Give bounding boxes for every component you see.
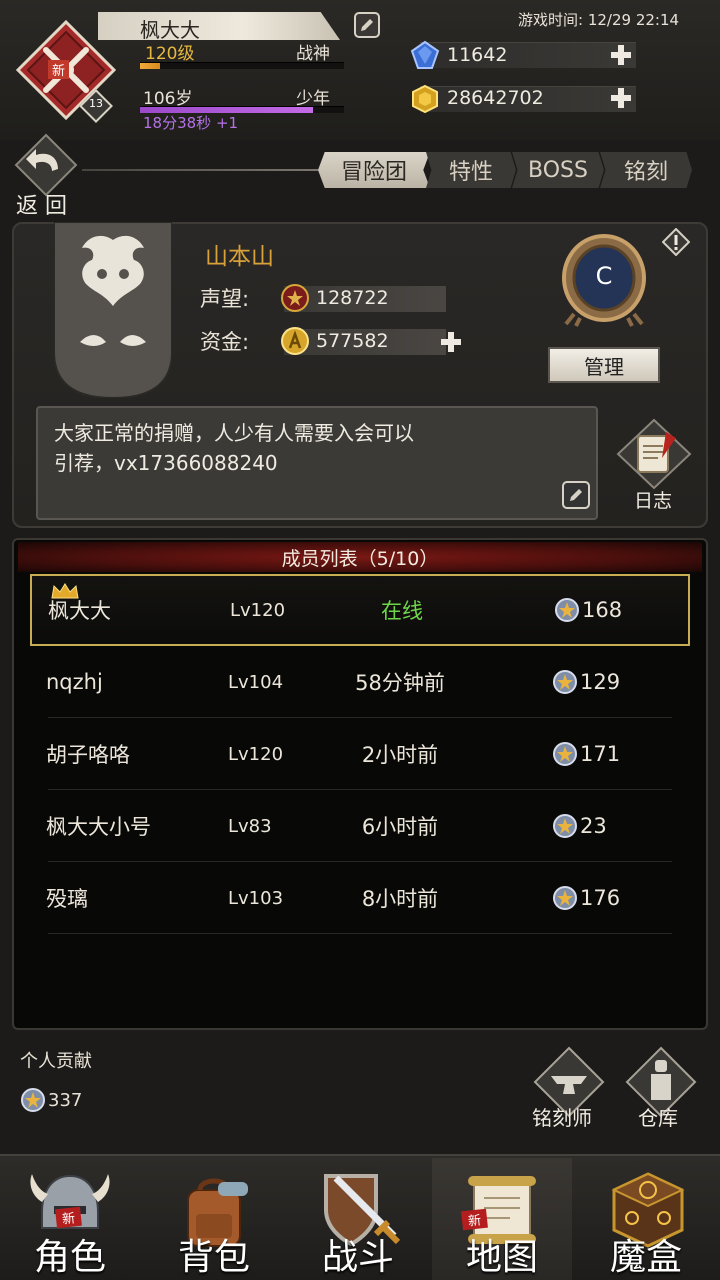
edit-notice-button[interactable] [562, 481, 590, 509]
add-gems-button[interactable] [610, 44, 632, 66]
funds-value: 577582 [316, 330, 389, 352]
contribution-star-icon [553, 814, 577, 838]
tab-boss[interactable]: BOSS [512, 152, 604, 188]
member-status: 2小时前 [361, 743, 439, 767]
member-level: Lv120 [230, 599, 286, 621]
gold-coin-icon [412, 84, 438, 114]
nav-character-label: 角色 [33, 1237, 106, 1278]
contribution-star-icon [553, 886, 577, 910]
gems-value: 11642 [447, 44, 508, 66]
member-level: Lv120 [228, 743, 284, 765]
nav-backpack-label: 背包 [177, 1237, 250, 1278]
members-header: 成员列表（5/10） [18, 542, 702, 572]
info-warning-icon[interactable] [662, 228, 690, 256]
player-title: 战神 [296, 44, 330, 64]
back-button-label[interactable]: 返 回 [16, 188, 67, 220]
member-points: 176 [580, 886, 621, 910]
warehouse-label[interactable]: 仓库 [638, 1102, 678, 1131]
funds-coin-icon [281, 327, 309, 355]
game-time: 游戏时间: 12/29 22:14 [518, 11, 680, 29]
pencil-icon [570, 489, 582, 501]
rank-number: 13 [89, 97, 103, 110]
row-divider [48, 933, 672, 934]
personal-contribution-label: 个人贡献 [20, 1051, 92, 1072]
guild-notice: 大家正常的捐赠，人少有人需要入会可以 引荐，vx17366088240 [36, 406, 598, 520]
member-name: 枫大大 [48, 599, 111, 623]
add-gold-button[interactable] [610, 87, 632, 109]
guild-banner-icon [54, 222, 172, 398]
member-name: nqzhj [46, 670, 103, 694]
nav-backpack[interactable]: 背包 [144, 1158, 284, 1280]
nav-battle-label: 战斗 [321, 1237, 394, 1278]
player-name-plate: 枫大大 [98, 12, 340, 40]
add-funds-button[interactable] [440, 331, 462, 353]
guild-rank-letter: C [595, 262, 613, 290]
age-timer: 18分38秒 +1 [143, 114, 239, 132]
funds-label: 资金: [200, 330, 250, 354]
member-points: 171 [580, 742, 621, 766]
member-status: 在线 [381, 599, 423, 623]
guild-name: 山本山 [205, 244, 274, 270]
nav-magic-box-label: 魔盒 [609, 1237, 682, 1278]
pencil-icon [361, 19, 373, 31]
tab-inscription[interactable]: 铭刻 [600, 152, 692, 188]
member-row[interactable]: 殁璃 Lv103 8小时前 176 [30, 862, 690, 934]
notice-line-1: 大家正常的捐赠，人少有人需要入会可以 [54, 421, 414, 445]
gold-value: 28642702 [447, 87, 544, 109]
rename-button[interactable] [354, 12, 380, 38]
member-row[interactable]: 枫大大小号 Lv83 6小时前 23 [30, 790, 690, 862]
log-label[interactable]: 日志 [634, 486, 672, 513]
nav-battle[interactable]: 战斗 [288, 1158, 428, 1280]
member-level: Lv103 [228, 887, 284, 909]
nav-map[interactable]: 新 地图 [432, 1158, 572, 1280]
manage-button[interactable]: 管理 [548, 347, 660, 383]
member-level: Lv104 [228, 671, 284, 693]
member-name: 殁璃 [46, 887, 88, 911]
blue-gem-icon [410, 40, 440, 69]
contribution-star-icon [555, 598, 579, 622]
member-status: 58分钟前 [355, 671, 445, 695]
reputation-value: 128722 [316, 287, 389, 309]
member-row[interactable]: 胡子咯咯 Lv120 2小时前 171 [30, 718, 690, 790]
reputation-label: 声望: [200, 287, 250, 311]
member-name: 枫大大小号 [46, 815, 151, 839]
member-points: 23 [580, 814, 607, 838]
member-status: 8小时前 [361, 887, 439, 911]
member-points: 168 [582, 598, 623, 622]
notice-line-2: 引荐，vx17366088240 [54, 451, 278, 475]
tab-traits[interactable]: 特性 [426, 152, 516, 188]
reputation-icon [281, 284, 309, 312]
new-badge: 新 [48, 60, 70, 79]
member-row-self[interactable]: 枫大大 Lv120 在线 168 [30, 574, 690, 646]
nav-character[interactable]: 新 角色 [0, 1158, 140, 1280]
engraver-label[interactable]: 铭刻师 [532, 1102, 592, 1131]
nav-magic-box[interactable]: 魔盒 [576, 1158, 716, 1280]
member-row[interactable]: nqzhj Lv104 58分钟前 129 [30, 646, 690, 718]
nav-map-label: 地图 [465, 1237, 538, 1278]
tab-divider-line [82, 169, 318, 171]
new-tag: 新 [55, 1206, 82, 1229]
personal-contribution-value: 337 [48, 1090, 83, 1111]
member-status: 6小时前 [361, 815, 439, 839]
player-level: 120级 [145, 44, 195, 64]
contribution-star-icon [21, 1088, 45, 1112]
log-scroll-icon[interactable] [616, 418, 692, 490]
level-progress-bar [140, 62, 344, 69]
member-points: 129 [580, 670, 621, 694]
member-name: 胡子咯咯 [46, 743, 130, 767]
contribution-star-icon [553, 670, 577, 694]
contribution-star-icon [553, 742, 577, 766]
tab-adventure-team[interactable]: 冒险团 [318, 152, 430, 188]
member-level: Lv83 [228, 815, 272, 837]
